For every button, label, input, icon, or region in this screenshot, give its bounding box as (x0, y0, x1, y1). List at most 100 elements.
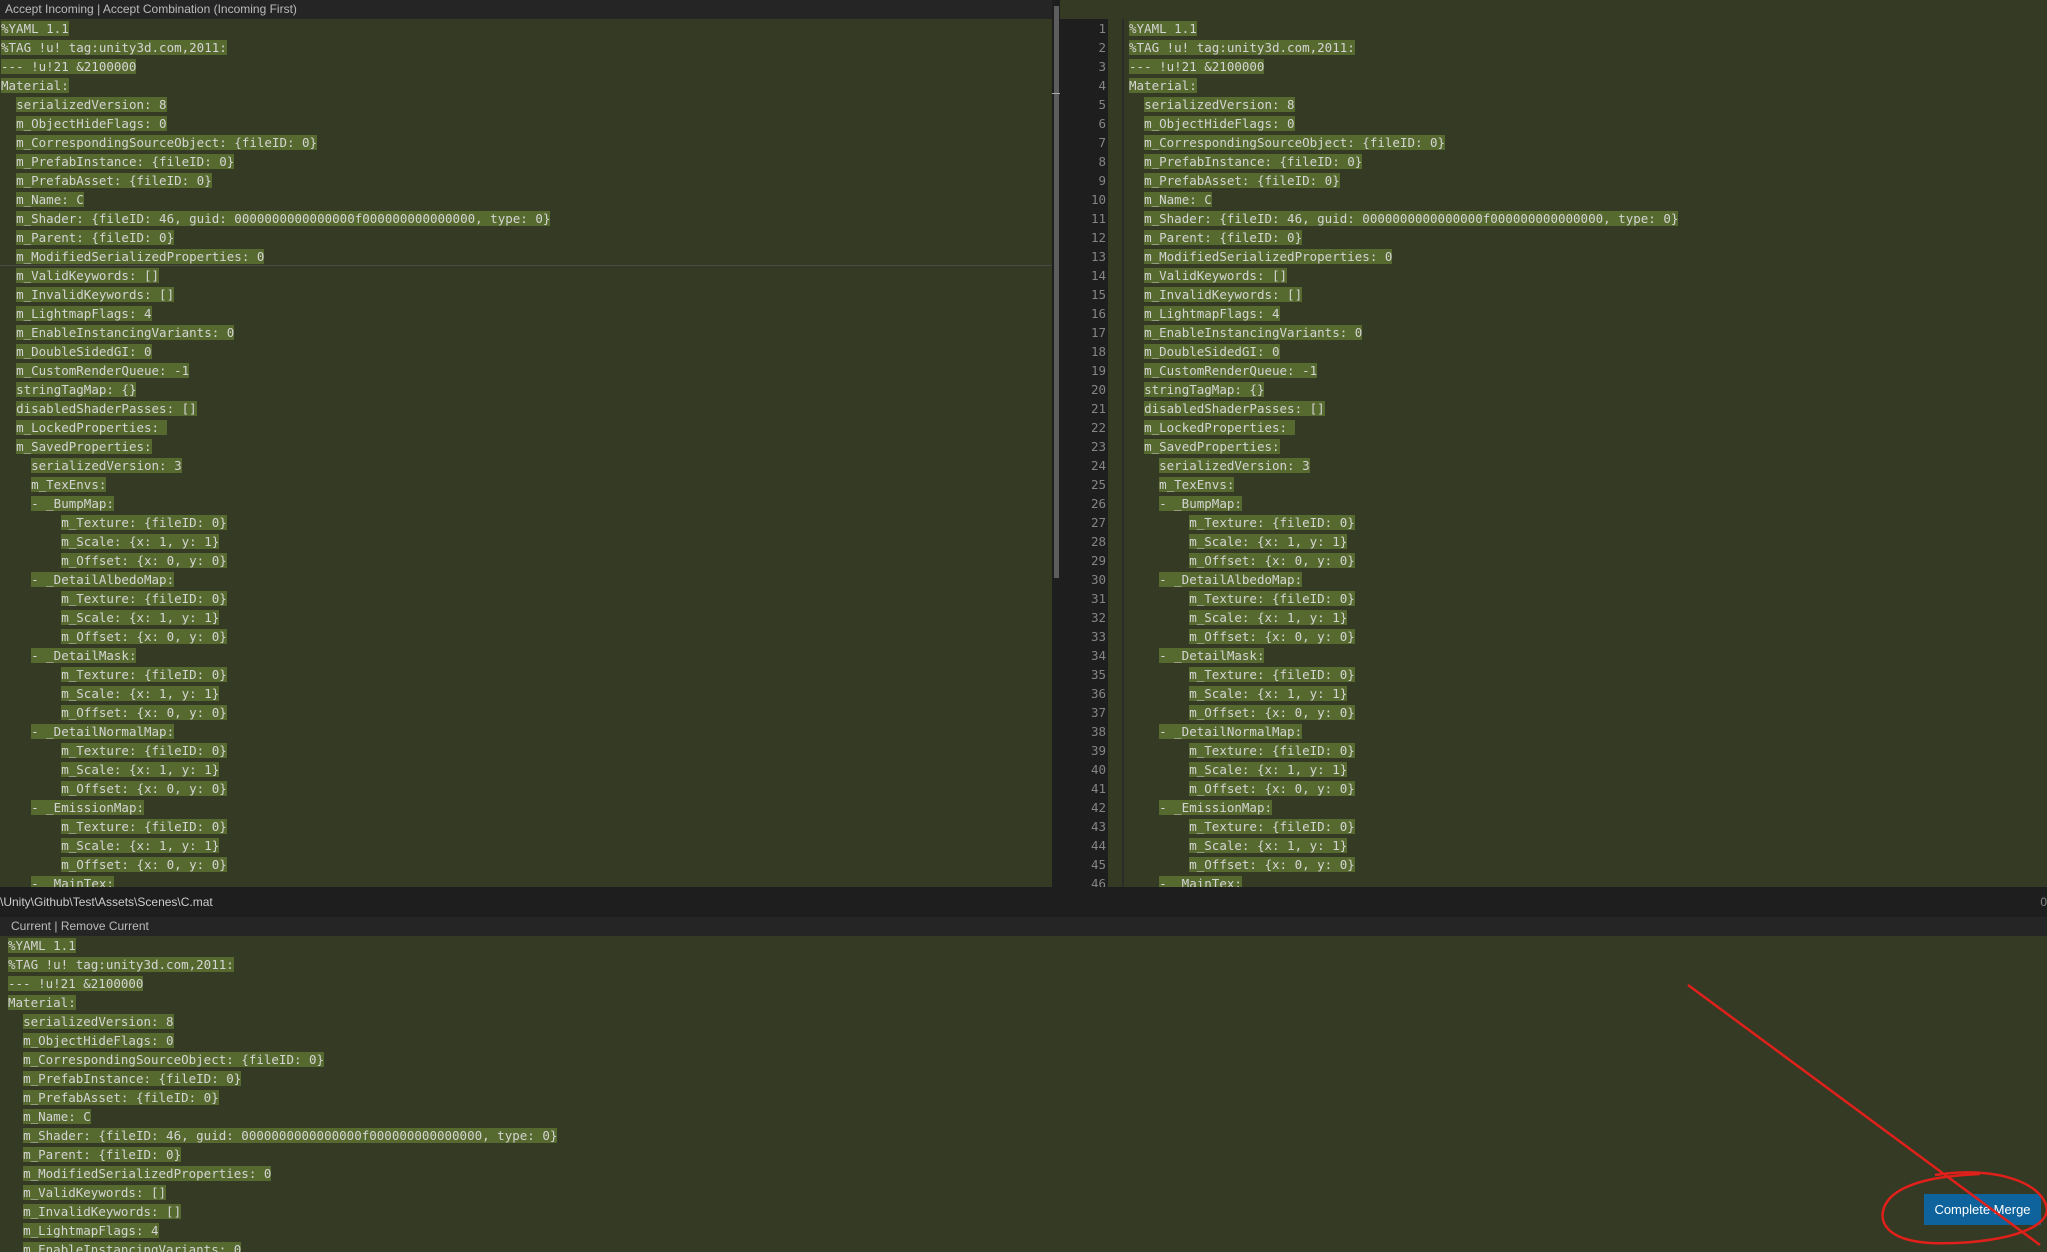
code-line: - _DetailNormalMap: (1, 722, 550, 741)
code-line: - _MainTex: (1, 874, 550, 887)
code-line: m_Texture: {fileID: 0} (1, 741, 550, 760)
code-line: m_Offset: {x: 0, y: 0} (1129, 627, 1678, 646)
code-line: m_Offset: {x: 0, y: 0} (1, 627, 550, 646)
code-text: m_Shader: {fileID: 46, guid: 00000000000… (16, 211, 551, 226)
code-line: --- !u!21 &2100000 (1129, 57, 1678, 76)
code-text: - _DetailAlbedoMap: (1159, 572, 1303, 587)
code-line: m_LightmapFlags: 4 (1, 304, 550, 323)
current-action[interactable]: Current (11, 919, 51, 933)
code-line: m_Texture: {fileID: 0} (1129, 665, 1678, 684)
code-text: m_LightmapFlags: 4 (16, 306, 152, 321)
code-line: m_Parent: {fileID: 0} (1, 228, 550, 247)
code-text: m_ModifiedSerializedProperties: 0 (16, 249, 265, 264)
code-line: m_PrefabInstance: {fileID: 0} (8, 1069, 557, 1088)
code-text: m_EnableInstancingVariants: 0 (23, 1242, 242, 1252)
code-line: - _DetailMask: (1129, 646, 1678, 665)
current-editor[interactable]: %YAML 1.1 %TAG !u! tag:unity3d.com,2011: -… (0, 936, 2047, 1252)
code-line: m_Texture: {fileID: 0} (1129, 741, 1678, 760)
code-text: m_Offset: {x: 0, y: 0} (1189, 629, 1355, 644)
code-line: stringTagMap: {} (1, 380, 550, 399)
code-text: m_ObjectHideFlags: 0 (1144, 116, 1295, 131)
code-text: m_CustomRenderQueue: -1 (1144, 363, 1318, 378)
code-line: m_PrefabInstance: {fileID: 0} (1129, 152, 1678, 171)
incoming-editor[interactable]: %YAML 1.1 %TAG !u! tag:unity3d.com,2011: -… (0, 19, 1052, 887)
code-line: m_EnableInstancingVariants: 0 (1129, 323, 1678, 342)
code-line: m_Offset: {x: 0, y: 0} (1129, 551, 1678, 570)
code-text: m_Scale: {x: 1, y: 1} (61, 610, 220, 625)
code-line: - _DetailAlbedoMap: (1129, 570, 1678, 589)
code-line: m_Scale: {x: 1, y: 1} (1129, 532, 1678, 551)
code-text: m_TexEnvs: (31, 477, 107, 492)
code-text: m_Offset: {x: 0, y: 0} (1189, 705, 1355, 720)
code-line: - _MainTex: (1129, 874, 1678, 887)
code-line: m_InvalidKeywords: [] (1, 285, 550, 304)
code-text: m_Scale: {x: 1, y: 1} (1189, 610, 1348, 625)
code-text: m_ObjectHideFlags: 0 (23, 1033, 174, 1048)
code-line: m_InvalidKeywords: [] (8, 1202, 557, 1221)
code-text: m_DoubleSidedGI: 0 (1144, 344, 1280, 359)
code-line: m_ModifiedSerializedProperties: 0 (8, 1164, 557, 1183)
code-line: m_ValidKeywords: [] (1129, 266, 1678, 285)
code-text: m_ValidKeywords: [] (1144, 268, 1288, 283)
code-line: m_SavedProperties: (1, 437, 550, 456)
code-text: m_InvalidKeywords: [] (16, 287, 175, 302)
accept-combination-action[interactable]: Accept Combination (Incoming First) (103, 2, 297, 16)
code-line: Material: (1, 76, 550, 95)
code-text: disabledShaderPasses: [] (16, 401, 197, 416)
code-text: serializedVersion: 8 (16, 97, 167, 112)
incoming-scrollbar[interactable] (1054, 6, 1059, 578)
code-line: %YAML 1.1 (1129, 19, 1678, 38)
code-text: m_Parent: {fileID: 0} (16, 230, 175, 245)
code-line: m_Scale: {x: 1, y: 1} (1, 836, 550, 855)
code-line: m_Scale: {x: 1, y: 1} (1, 608, 550, 627)
code-text: %YAML 1.1 (1, 21, 69, 36)
code-line: m_LightmapFlags: 4 (8, 1221, 557, 1240)
code-text: m_InvalidKeywords: [] (23, 1204, 182, 1219)
code-line: m_ValidKeywords: [] (1, 266, 550, 285)
code-line: m_PrefabInstance: {fileID: 0} (1, 152, 550, 171)
code-line: --- !u!21 &2100000 (8, 974, 557, 993)
code-text: - _DetailNormalMap: (31, 724, 175, 739)
result-code-lines: %YAML 1.1 %TAG !u! tag:unity3d.com,2011: -… (1129, 19, 1679, 887)
code-text: - _BumpMap: (31, 496, 114, 511)
code-text: m_Name: C (16, 192, 84, 207)
code-line: m_CustomRenderQueue: -1 (1, 361, 550, 380)
code-line: m_ValidKeywords: [] (8, 1183, 557, 1202)
code-line: m_DoubleSidedGI: 0 (1129, 342, 1678, 361)
result-editor[interactable]: %YAML 1.1 %TAG !u! tag:unity3d.com,2011: -… (1060, 0, 2047, 887)
current-pane: Current | Remove Current %YAML 1.1 %TAG !… (0, 917, 2047, 1252)
code-text: m_ObjectHideFlags: 0 (16, 116, 167, 131)
code-line: %YAML 1.1 (8, 936, 557, 955)
code-text: m_Name: C (23, 1109, 91, 1124)
code-text: - _EmissionMap: (1159, 800, 1272, 815)
code-text: m_Shader: {fileID: 46, guid: 00000000000… (1144, 211, 1679, 226)
code-line: - _BumpMap: (1129, 494, 1678, 513)
code-line: %TAG !u! tag:unity3d.com,2011: (1, 38, 550, 57)
code-line: m_ModifiedSerializedProperties: 0 (1129, 247, 1678, 266)
code-line: m_Texture: {fileID: 0} (1, 817, 550, 836)
code-line: m_SavedProperties: (1129, 437, 1678, 456)
code-text: --- !u!21 &2100000 (1, 59, 137, 74)
code-text: m_TexEnvs: (1159, 477, 1235, 492)
code-text: m_Name: C (1144, 192, 1212, 207)
code-text: m_LockedProperties: (16, 420, 167, 435)
code-text: Material: (1, 78, 69, 93)
remove-current-action[interactable]: Remove Current (61, 919, 149, 933)
code-line: m_Offset: {x: 0, y: 0} (1, 779, 550, 798)
code-text: m_Scale: {x: 1, y: 1} (1189, 534, 1348, 549)
complete-merge-button[interactable]: Complete Merge (1924, 1194, 2041, 1225)
code-text: stringTagMap: {} (1144, 382, 1265, 397)
code-line: m_Scale: {x: 1, y: 1} (1129, 608, 1678, 627)
accept-incoming-action[interactable]: Accept Incoming (5, 2, 94, 16)
code-text: stringTagMap: {} (16, 382, 137, 397)
code-text: - _DetailMask: (31, 648, 137, 663)
code-text: m_Offset: {x: 0, y: 0} (1189, 553, 1355, 568)
code-line: m_LockedProperties: (1, 418, 550, 437)
code-line: m_ObjectHideFlags: 0 (1129, 114, 1678, 133)
code-line: m_ObjectHideFlags: 0 (8, 1031, 557, 1050)
code-line: - _DetailMask: (1, 646, 550, 665)
code-text: serializedVersion: 8 (1144, 97, 1295, 112)
code-text: m_Texture: {fileID: 0} (61, 667, 227, 682)
code-line: m_Scale: {x: 1, y: 1} (1, 532, 550, 551)
code-text: m_Texture: {fileID: 0} (61, 819, 227, 834)
